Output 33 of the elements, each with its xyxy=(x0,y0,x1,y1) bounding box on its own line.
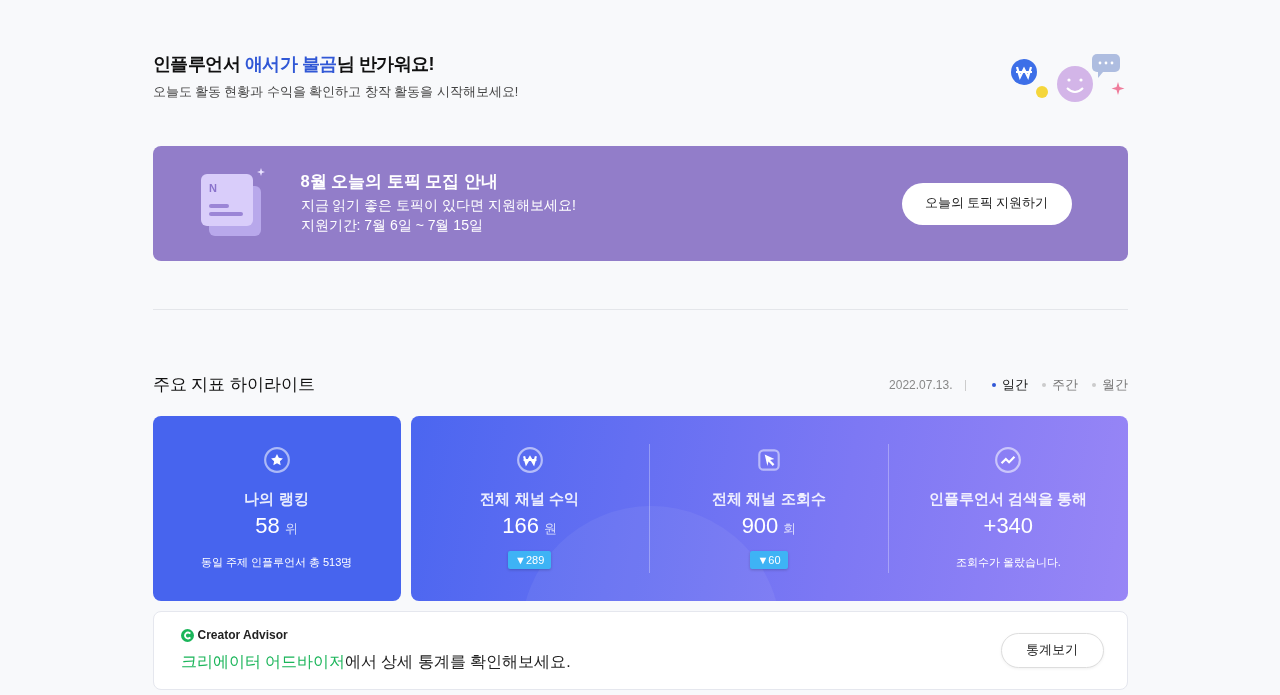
apply-button[interactable]: 오늘의 토픽 지원하기 xyxy=(901,182,1072,225)
logo-icon xyxy=(180,628,194,642)
metric-value: 58 xyxy=(255,513,280,538)
metric-unit: 위 xyxy=(284,521,298,536)
metric-label: 나의 랭킹 xyxy=(244,490,309,509)
section-title: 주요 지표 하이라이트 xyxy=(152,374,315,395)
metric-note: 조회수가 올랐습니다. xyxy=(955,555,1061,570)
change-badge: ▼60 xyxy=(750,551,788,569)
banner-text: 지금 읽기 좋은 토픽이 있다면 지원해보세요! xyxy=(300,196,577,215)
metric-label: 전체 채널 수익 xyxy=(480,490,579,509)
banner-text: 지원기간: 7월 6일 ~ 7월 15일 xyxy=(300,216,484,235)
metric-unit: 회 xyxy=(783,521,797,536)
period-tab[interactable]: 일간 xyxy=(981,376,1028,394)
metric-value: 166 xyxy=(502,513,539,538)
metric-label: 인플루언서 검색을 통해 xyxy=(929,490,1088,509)
metric-note: 동일 주제 인플루언서 총 513명 xyxy=(200,555,353,570)
greeting-subtitle: 오늘도 활동 현황과 수익을 확인하고 창작 활동을 시작해보세요! xyxy=(152,84,519,101)
metric-label: 전체 채널 조회수 xyxy=(712,490,826,509)
advisor-message: 크리에이터 어드바이저에서 상세 통계를 확인해보세요. xyxy=(180,652,571,672)
stats-button[interactable]: 통계보기 xyxy=(1000,633,1104,668)
greeting-title: 인플루언서 애서가 불곰님 반가워요! xyxy=(152,53,436,76)
date-label: 2022.07.13. xyxy=(889,378,953,392)
period-tab[interactable]: 주간 xyxy=(1031,376,1078,394)
cursor-icon xyxy=(755,446,783,474)
metric-unit: 원 xyxy=(544,521,557,536)
metric-value: +340 xyxy=(983,513,1034,538)
metric-value: 900 xyxy=(741,513,779,538)
change-badge: ▼289 xyxy=(508,551,552,569)
won-icon xyxy=(515,446,544,474)
brand-name: Creator Advisor xyxy=(197,628,288,642)
banner-title: 8월 오늘의 토픽 모집 안내 xyxy=(300,170,499,192)
period-tab[interactable]: 월간 xyxy=(1081,376,1128,394)
icon-letter: N xyxy=(208,181,217,194)
